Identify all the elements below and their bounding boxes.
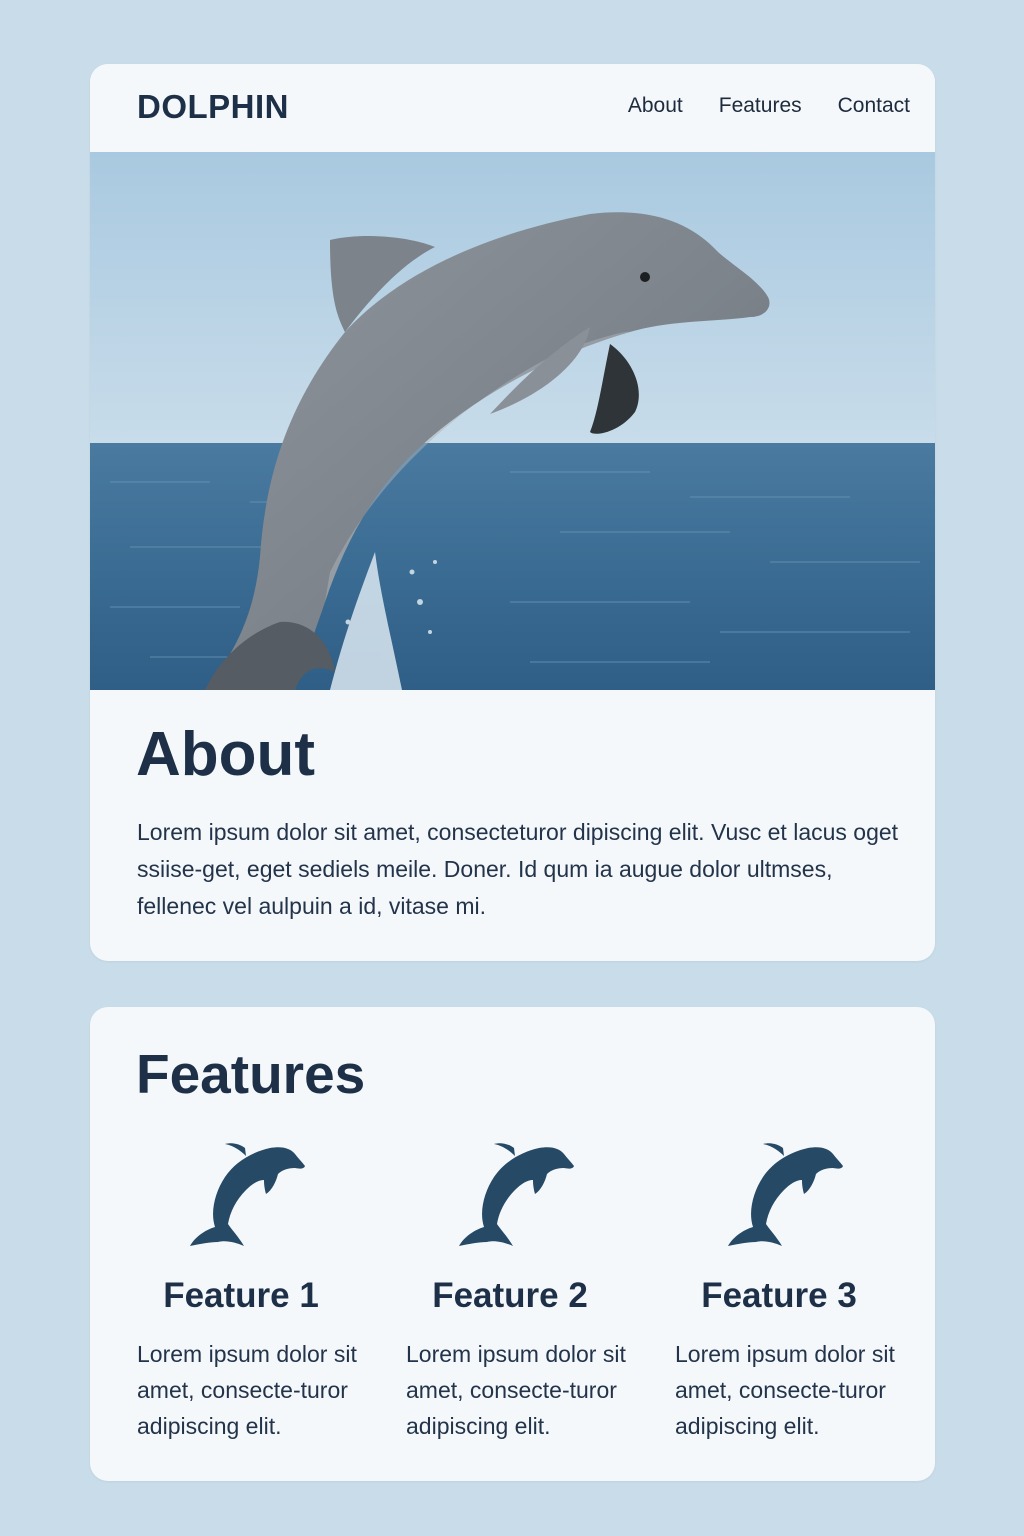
feature-text: Lorem ipsum dolor sit amet, consecte-tur… — [137, 1341, 357, 1439]
hero-image — [90, 152, 935, 690]
dolphin-icon — [190, 1143, 305, 1246]
nav-link-contact[interactable]: Contact — [838, 94, 910, 118]
dolphin-icon — [459, 1143, 574, 1246]
about-title: About — [136, 720, 316, 789]
site-logo[interactable]: DOLPHIN — [137, 88, 289, 126]
feature-text: Lorem ipsum dolor sit amet, consecte-tur… — [406, 1341, 626, 1439]
about-text: Lorem ipsum dolor sit amet, consecteturo… — [137, 819, 899, 919]
features-card: Features Feature 1 Lorem ipsum dolor sit… — [90, 1007, 935, 1481]
main-nav: About Features Contact — [628, 94, 910, 118]
main-card: DOLPHIN About Features Contact About Lor… — [90, 64, 935, 961]
feature-title: Feature 1 — [163, 1276, 319, 1315]
feature-title: Feature 3 — [701, 1276, 857, 1315]
site-header: DOLPHIN About Features Contact — [90, 64, 935, 152]
dolphin-icon — [728, 1143, 843, 1246]
nav-link-about[interactable]: About — [628, 94, 683, 118]
feature-text: Lorem ipsum dolor sit amet, consecte-tur… — [675, 1341, 895, 1439]
features-title: Features — [136, 1043, 366, 1105]
feature-title: Feature 2 — [432, 1276, 588, 1315]
nav-link-features[interactable]: Features — [719, 94, 802, 118]
